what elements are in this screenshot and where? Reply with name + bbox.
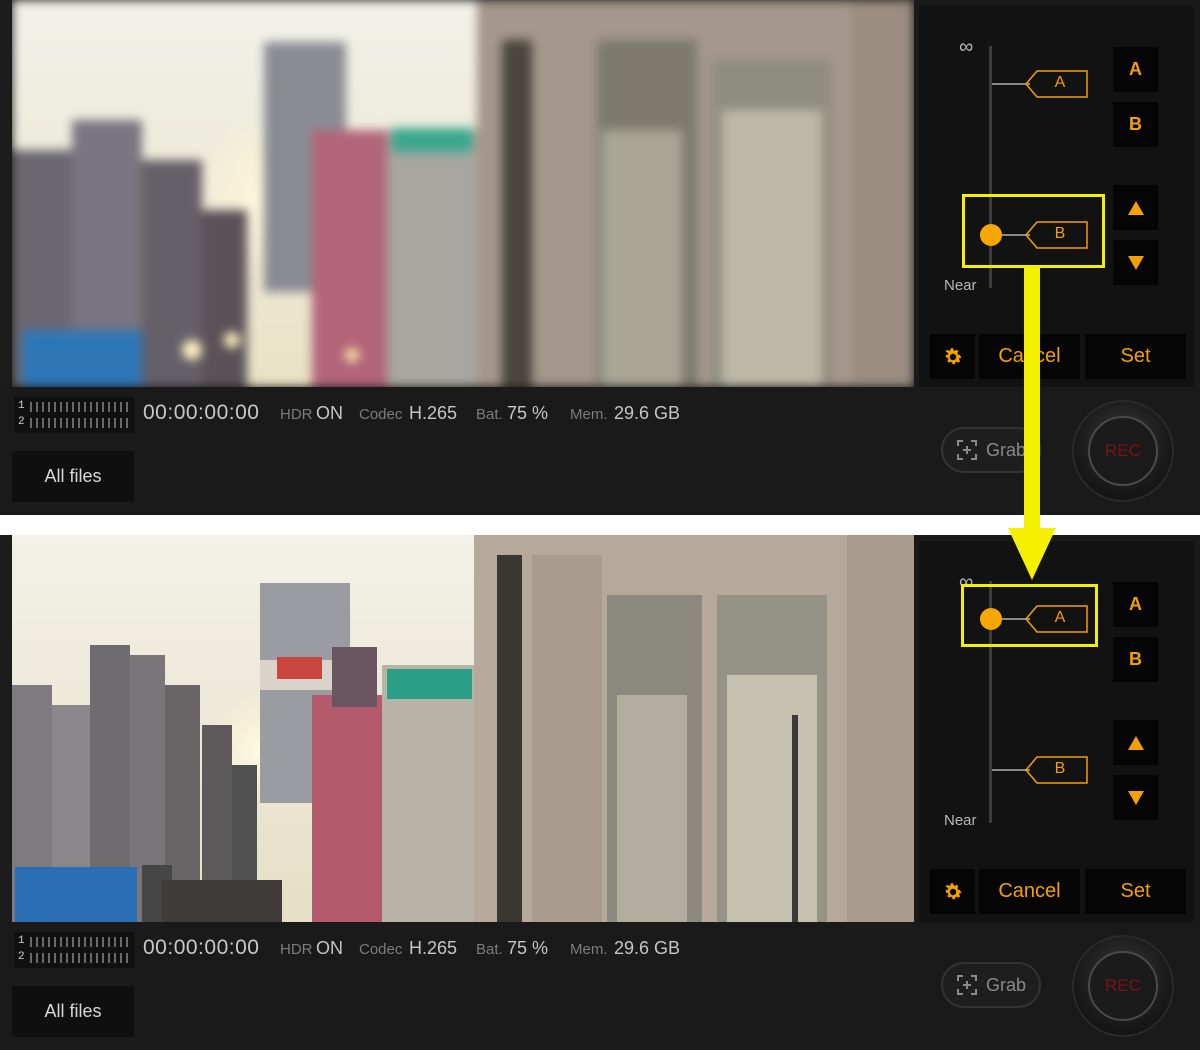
battery-value: 75 % xyxy=(507,403,549,423)
meter-channel-label: 2 xyxy=(18,416,25,428)
status-bar: 1 2 00:00:00:00 HDR ON Codec H.265 Bat. … xyxy=(0,922,914,1050)
preset-b-button[interactable]: B xyxy=(1113,102,1158,147)
left-edge xyxy=(0,535,12,922)
left-edge xyxy=(0,0,12,387)
hdr-label: HDR xyxy=(280,406,313,423)
battery-label: Bat. xyxy=(476,941,503,958)
memory-label: Mem. xyxy=(570,941,608,958)
meter-bars xyxy=(30,937,128,947)
infinity-label: ∞ xyxy=(959,36,974,58)
city-scene-image xyxy=(12,0,914,387)
grab-label: Grab xyxy=(985,439,1027,460)
focus-up-button[interactable] xyxy=(1113,720,1158,765)
memory-label: Mem. xyxy=(570,406,608,423)
memory-value: 29.6 GB xyxy=(614,938,681,958)
audio-level-meter: 1 2 xyxy=(14,397,134,433)
triangle-down-icon xyxy=(1127,255,1144,270)
codec-label: Codec xyxy=(359,406,403,423)
rec-label: REC xyxy=(1105,976,1141,995)
set-button[interactable]: Set xyxy=(1085,869,1186,914)
focus-down-button[interactable] xyxy=(1113,775,1158,820)
focus-down-button[interactable] xyxy=(1113,240,1158,285)
gear-icon xyxy=(945,347,962,364)
gear-icon xyxy=(945,882,962,899)
preset-b-button[interactable]: B xyxy=(1113,637,1158,682)
focus-marker-b[interactable]: B xyxy=(992,755,1090,785)
focus-marker-a[interactable]: A xyxy=(992,69,1090,99)
marker-a-label: A xyxy=(1054,74,1066,91)
manual-focus-panel: ∞ Near A B A B Cancel Set xyxy=(919,6,1194,387)
record-button[interactable]: REC xyxy=(1072,935,1174,1037)
timecode: 00:00:00:00 xyxy=(143,401,260,424)
marker-b-label: B xyxy=(1054,760,1066,777)
memory-value: 29.6 GB xyxy=(614,403,681,423)
codec-label: Codec xyxy=(359,941,403,958)
highlight-box xyxy=(962,194,1105,268)
grab-button[interactable]: Grab xyxy=(941,962,1041,1008)
hdr-value: ON xyxy=(316,938,343,958)
all-files-button[interactable]: All files xyxy=(12,451,134,502)
focus-up-button[interactable] xyxy=(1113,185,1158,230)
all-files-button[interactable]: All files xyxy=(12,986,134,1037)
meter-channel-label: 1 xyxy=(18,400,25,412)
side-panel: ∞ Near A B A B Cancel Set Grab REC xyxy=(914,535,1200,1050)
highlight-box xyxy=(961,584,1098,647)
set-button[interactable]: Set xyxy=(1085,334,1186,379)
meter-bars xyxy=(30,418,128,428)
city-scene-image xyxy=(12,535,914,922)
frame-grab-icon xyxy=(956,975,977,995)
triangle-up-icon xyxy=(1127,200,1144,215)
camera-screen-after: 1 2 00:00:00:00 HDR ON Codec H.265 Bat. … xyxy=(0,535,1200,1050)
focus-settings-button[interactable] xyxy=(930,869,975,914)
focus-settings-button[interactable] xyxy=(930,334,975,379)
camera-screen-before: 1 2 00:00:00:00 HDR ON Codec H.265 Bat. … xyxy=(0,0,1200,515)
frame-grab-icon xyxy=(956,440,977,460)
codec-value: H.265 xyxy=(409,938,458,958)
battery-value: 75 % xyxy=(507,938,549,958)
triangle-up-icon xyxy=(1127,735,1144,750)
preset-a-button[interactable]: A xyxy=(1113,47,1158,92)
record-button-inner: REC xyxy=(1088,951,1158,1021)
meter-channel-label: 1 xyxy=(18,935,25,947)
near-label: Near xyxy=(944,277,977,294)
cancel-button[interactable]: Cancel xyxy=(979,334,1080,379)
battery-label: Bat. xyxy=(476,406,503,423)
divider xyxy=(0,515,1200,535)
near-label: Near xyxy=(944,812,977,829)
grab-label: Grab xyxy=(985,974,1027,995)
side-panel: ∞ Near A B A B Cancel Set Grab REC xyxy=(914,0,1200,515)
meter-bars xyxy=(30,402,128,412)
meter-channel-label: 2 xyxy=(18,951,25,963)
triangle-down-icon xyxy=(1127,790,1144,805)
record-button[interactable]: REC xyxy=(1072,400,1174,502)
status-bar: 1 2 00:00:00:00 HDR ON Codec H.265 Bat. … xyxy=(0,387,914,515)
audio-level-meter: 1 2 xyxy=(14,932,134,968)
viewfinder xyxy=(12,535,914,922)
hdr-label: HDR xyxy=(280,941,313,958)
hdr-value: ON xyxy=(316,403,343,423)
rec-label: REC xyxy=(1105,441,1141,460)
grab-button[interactable]: Grab xyxy=(941,427,1041,473)
meter-bars xyxy=(30,953,128,963)
record-button-inner: REC xyxy=(1088,416,1158,486)
viewfinder xyxy=(12,0,914,387)
codec-value: H.265 xyxy=(409,403,458,423)
manual-focus-panel: ∞ Near A B A B Cancel Set xyxy=(919,541,1194,922)
timecode: 00:00:00:00 xyxy=(143,936,260,959)
preset-a-button[interactable]: A xyxy=(1113,582,1158,627)
cancel-button[interactable]: Cancel xyxy=(979,869,1080,914)
